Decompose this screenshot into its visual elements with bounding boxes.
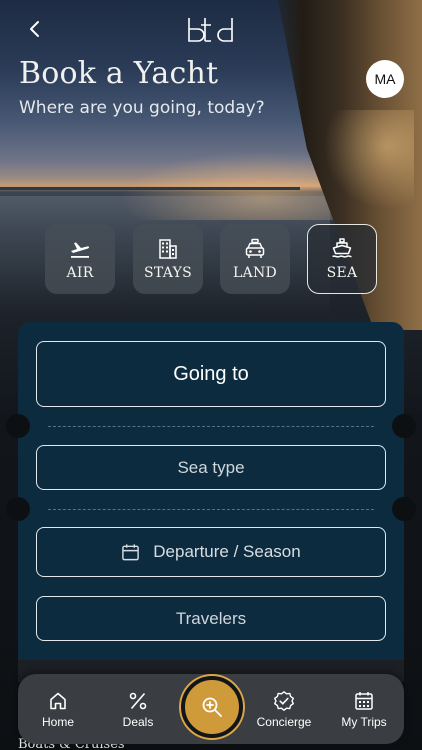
page-subtitle: Where are you going, today?: [19, 98, 265, 118]
ticket-notch: [6, 414, 30, 438]
nav-label: Home: [41, 714, 74, 729]
car-icon: [245, 238, 265, 258]
ticket-notch: [6, 497, 30, 521]
divider: [48, 509, 374, 510]
sea-type-field[interactable]: Sea type: [36, 445, 386, 490]
ship-icon: [332, 238, 352, 258]
nav-label: Concierge: [256, 714, 312, 729]
user-avatar[interactable]: MA: [366, 60, 404, 98]
mode-tab-land[interactable]: LAND: [220, 224, 290, 294]
calendar-icon: [122, 543, 140, 560]
zoom-in-search-icon: [202, 697, 222, 717]
mode-label: AIR: [66, 265, 94, 281]
departure-label: Departure / Season: [153, 542, 301, 561]
ticket-notch: [392, 414, 416, 438]
divider: [48, 426, 374, 427]
badge-check-icon: [274, 690, 294, 711]
search-card: Going to Sea type Departure / Season Tra…: [6, 322, 416, 682]
nav-deals[interactable]: Deals: [98, 674, 178, 744]
mode-label: SEA: [326, 265, 358, 281]
departure-season-field[interactable]: Departure / Season: [36, 527, 386, 577]
mode-tab-air[interactable]: AIR: [45, 224, 115, 294]
nav-concierge[interactable]: Concierge: [244, 674, 324, 744]
search-fab-button[interactable]: [181, 676, 243, 738]
travelers-field[interactable]: Travelers: [36, 596, 386, 641]
back-chevron-icon[interactable]: [26, 20, 44, 38]
plane-departure-icon: [71, 242, 90, 258]
page-title: Book a Yacht: [19, 56, 219, 91]
nav-label: Deals: [122, 714, 154, 729]
btd-logo: [188, 18, 233, 42]
home-icon: [50, 692, 66, 709]
nav-home[interactable]: Home: [18, 674, 98, 744]
mode-label: STAYS: [143, 265, 193, 281]
building-icon: [159, 239, 177, 259]
mode-tab-stays[interactable]: STAYS: [133, 224, 203, 294]
horizon: [0, 187, 300, 190]
calendar-grid-icon: [355, 691, 373, 710]
going-to-field[interactable]: Going to: [36, 341, 386, 407]
nav-my-trips[interactable]: My Trips: [324, 674, 404, 744]
ticket-notch: [392, 497, 416, 521]
mode-tab-sea[interactable]: SEA: [307, 224, 377, 294]
percent-icon: [129, 692, 147, 709]
mode-label: LAND: [232, 265, 278, 281]
ship-lights: [324, 110, 414, 230]
nav-label: My Trips: [341, 714, 387, 729]
